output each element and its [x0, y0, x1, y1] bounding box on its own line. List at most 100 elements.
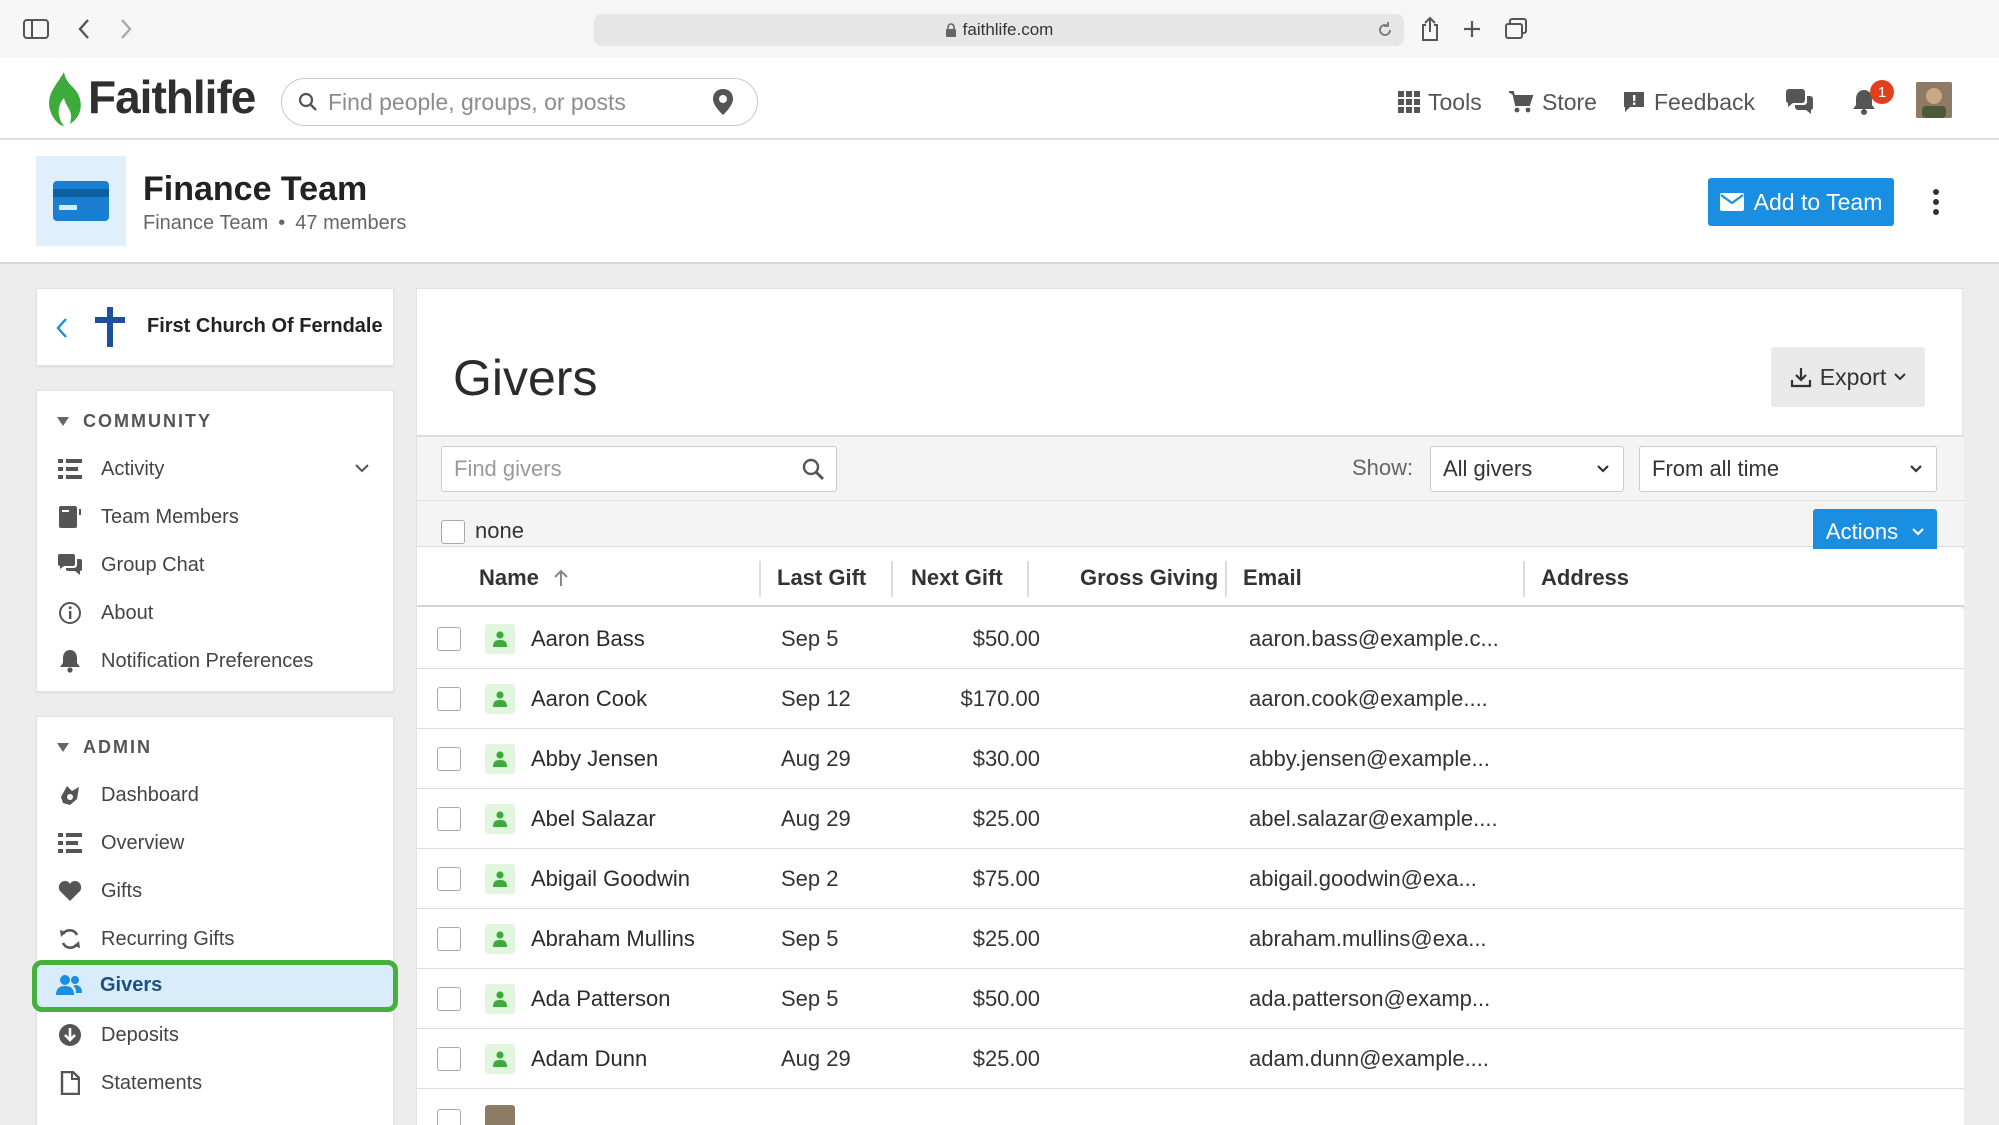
community-heading[interactable]: COMMUNITY [57, 411, 212, 432]
person-icon [485, 804, 515, 834]
row-checkbox[interactable] [437, 747, 461, 771]
faithlife-flame-icon[interactable] [44, 70, 84, 128]
notification-badge: 1 [1870, 80, 1894, 104]
sidebar-item-group-chat[interactable]: Group Chat [57, 545, 377, 585]
table-row[interactable]: Aaron Cook Sep 12 $170.00 aaron.cook@exa… [417, 669, 1964, 729]
giver-name[interactable]: Abby Jensen [531, 746, 658, 772]
table-row[interactable]: Abraham Mullins Sep 5 $25.00 abraham.mul… [417, 909, 1964, 969]
column-name-label: Name [479, 565, 539, 590]
giver-type-select[interactable]: All givers [1430, 446, 1624, 492]
giver-name[interactable]: Adam Dunn [531, 1046, 647, 1072]
row-checkbox[interactable] [437, 627, 461, 651]
last-gift-date: Sep 5 [781, 626, 839, 651]
tools-link[interactable]: Tools [1398, 85, 1482, 119]
tabs-overview-icon[interactable] [1498, 11, 1534, 47]
user-avatar[interactable] [1916, 82, 1952, 118]
select-all-checkbox[interactable] [441, 520, 465, 544]
member-count[interactable]: 47 members [295, 212, 406, 235]
global-search[interactable] [281, 78, 758, 126]
bell-icon [57, 648, 83, 674]
search-input[interactable] [328, 87, 688, 117]
cart-icon [1509, 91, 1534, 113]
chevron-down-icon [1912, 528, 1924, 536]
column-last-gift[interactable]: Last Gift [777, 565, 866, 591]
feedback-link[interactable]: Feedback [1622, 85, 1755, 119]
group-avatar[interactable] [36, 156, 126, 246]
table-row[interactable]: Abby Jensen Aug 29 $30.00 abby.jensen@ex… [417, 729, 1964, 789]
giver-name[interactable]: Aaron Cook [531, 686, 647, 712]
church-name[interactable]: First Church Of Ferndale [147, 315, 383, 338]
column-gross-giving[interactable]: Gross Giving [1080, 565, 1218, 591]
reload-icon[interactable] [1376, 21, 1394, 39]
more-options-icon[interactable] [1932, 188, 1940, 216]
search-icon [298, 92, 317, 111]
sidebar-item-recurring-gifts[interactable]: Recurring Gifts [57, 919, 377, 959]
recurring-icon [57, 926, 83, 952]
giver-name[interactable]: Abraham Mullins [531, 926, 695, 952]
table-row[interactable]: Ada Patterson Sep 5 $50.00 ada.patterson… [417, 969, 1964, 1029]
share-icon[interactable] [1412, 11, 1448, 47]
back-icon[interactable] [66, 11, 102, 47]
tools-label: Tools [1428, 88, 1482, 115]
table-row[interactable]: Adam Dunn Aug 29 $25.00 adam.dunn@exampl… [417, 1029, 1964, 1089]
sidebar-item-overview[interactable]: Overview [57, 823, 377, 863]
chevron-down-icon[interactable] [355, 463, 369, 473]
envelope-icon [1719, 193, 1744, 211]
sidebar-item-label: About [101, 601, 154, 624]
table-row-partial[interactable] [417, 1089, 1964, 1125]
column-next-gift[interactable]: Next Gift [911, 565, 1003, 591]
sidebar-item-dashboard[interactable]: Dashboard [57, 775, 377, 815]
group-header: Finance Team Finance Team • 47 members A… [0, 140, 1999, 264]
sidebar-item-activity[interactable]: Activity [57, 449, 377, 489]
sidebar-item-label: Notification Preferences [101, 649, 314, 672]
add-to-team-button[interactable]: Add to Team [1708, 178, 1894, 226]
giver-name[interactable]: Aaron Bass [531, 626, 645, 652]
table-row[interactable]: Abigail Goodwin Sep 2 $75.00 abigail.goo… [417, 849, 1964, 909]
table-row[interactable]: Abel Salazar Aug 29 $25.00 abel.salazar@… [417, 789, 1964, 849]
find-givers-input[interactable] [454, 455, 784, 483]
row-checkbox[interactable] [437, 1047, 461, 1071]
giver-name[interactable]: Ada Patterson [531, 986, 670, 1012]
row-checkbox[interactable] [437, 987, 461, 1011]
row-checkbox[interactable] [437, 867, 461, 891]
export-button[interactable]: Export [1771, 347, 1925, 407]
forward-icon[interactable] [108, 11, 144, 47]
sidebar-item-notification-preferences[interactable]: Notification Preferences [57, 641, 377, 681]
new-tab-icon[interactable] [1454, 11, 1490, 47]
sidebar-toggle-icon[interactable] [18, 11, 54, 47]
sidebar-item-givers-active[interactable]: Givers [56, 972, 162, 998]
find-givers-field[interactable] [441, 446, 837, 492]
row-checkbox[interactable] [437, 807, 461, 831]
filter-bar: Show: All givers From all time none Acti… [417, 435, 1964, 555]
row-checkbox[interactable] [437, 1109, 461, 1125]
sidebar-item-about[interactable]: About [57, 593, 377, 633]
gross-giving-amount: $75.00 [972, 866, 1040, 891]
table-row[interactable]: Aaron Bass Sep 5 $50.00 aaron.bass@examp… [417, 609, 1964, 669]
sort-ascending-icon [554, 569, 568, 586]
row-checkbox[interactable] [437, 927, 461, 951]
sidebar-item-gifts[interactable]: Gifts [57, 871, 377, 911]
sidebar-item-team-members[interactable]: Team Members [57, 497, 377, 537]
search-icon[interactable] [802, 458, 824, 480]
time-period-select[interactable]: From all time [1639, 446, 1937, 492]
feedback-label: Feedback [1654, 88, 1756, 115]
column-name[interactable]: Name [479, 565, 569, 591]
person-icon [485, 744, 515, 774]
church-card[interactable]: First Church Of Ferndale [36, 288, 394, 366]
people-icon [56, 972, 82, 998]
chevron-left-icon[interactable] [55, 317, 69, 339]
giver-name[interactable]: Abigail Goodwin [531, 866, 690, 892]
sidebar-item-statements[interactable]: Statements [57, 1063, 377, 1103]
sidebar-item-deposits[interactable]: Deposits [57, 1015, 377, 1055]
gross-giving-amount: $30.00 [972, 746, 1040, 771]
admin-heading[interactable]: ADMIN [57, 737, 152, 758]
column-address[interactable]: Address [1541, 565, 1629, 591]
column-email[interactable]: Email [1243, 565, 1302, 591]
messages-icon[interactable] [1784, 88, 1814, 116]
location-pin-icon[interactable] [712, 88, 734, 116]
faithlife-logo[interactable]: Faithlife [88, 70, 256, 124]
address-bar[interactable]: faithlife.com [594, 14, 1404, 46]
giver-name[interactable]: Abel Salazar [531, 806, 656, 832]
row-checkbox[interactable] [437, 687, 461, 711]
store-link[interactable]: Store [1508, 85, 1597, 119]
